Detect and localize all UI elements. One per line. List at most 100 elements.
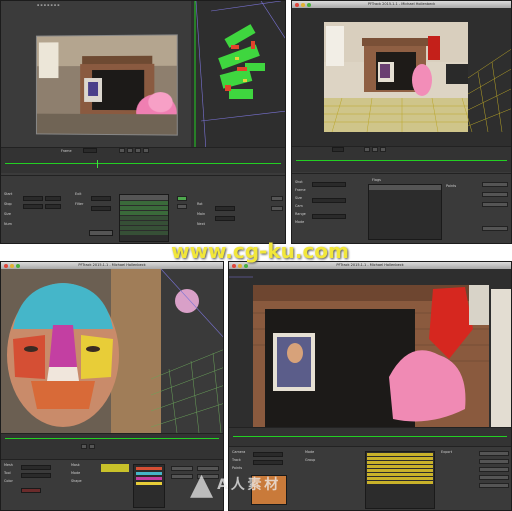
side-button[interactable]: [482, 202, 508, 207]
track-row[interactable]: [367, 461, 433, 464]
attr-label: Frame: [295, 188, 306, 192]
value-field[interactable]: [45, 204, 61, 209]
minimize-icon[interactable]: [10, 263, 14, 268]
track-row[interactable]: [367, 469, 433, 472]
value-field[interactable]: [215, 206, 235, 211]
value-field[interactable]: [21, 473, 51, 478]
playhead[interactable]: [97, 160, 98, 168]
value-field[interactable]: [23, 196, 43, 201]
apply-button[interactable]: [89, 230, 113, 236]
side-button[interactable]: [271, 196, 283, 201]
value-field[interactable]: [312, 198, 346, 203]
track-row[interactable]: [120, 201, 168, 205]
play-button[interactable]: [372, 147, 378, 152]
list-item[interactable]: [136, 477, 162, 480]
close-icon[interactable]: [232, 263, 236, 268]
value-field[interactable]: [91, 196, 111, 201]
minimize-icon[interactable]: [301, 2, 305, 7]
image-viewport[interactable]: [35, 34, 178, 136]
track-row[interactable]: [120, 206, 168, 210]
side-button[interactable]: [479, 475, 509, 480]
side-button[interactable]: [479, 483, 509, 488]
value-field[interactable]: [23, 204, 43, 209]
track-row[interactable]: [120, 211, 168, 215]
mask-swatch[interactable]: [101, 464, 129, 472]
zoom-icon[interactable]: [16, 263, 20, 268]
step-button[interactable]: [143, 148, 149, 153]
value-field[interactable]: [91, 206, 111, 211]
group-list[interactable]: [133, 464, 165, 508]
attr-label: Mesh: [4, 463, 13, 467]
watermark-text: www.cg-ku.com: [171, 239, 349, 263]
face-viewport[interactable]: [1, 269, 223, 433]
color-swatch[interactable]: [21, 488, 41, 493]
timeline[interactable]: [292, 146, 511, 172]
play-button[interactable]: [135, 148, 141, 153]
side-button[interactable]: [271, 206, 283, 211]
room-photo: [36, 35, 178, 136]
track-row[interactable]: [120, 231, 168, 235]
side-button[interactable]: [482, 192, 508, 197]
side-button[interactable]: [177, 204, 187, 209]
attribute-editor: Start Stop Size Num Exit Filter Rot Main…: [1, 175, 285, 243]
zoom-icon[interactable]: [307, 2, 311, 7]
tracking-viewport[interactable]: [229, 269, 511, 427]
close-icon[interactable]: [295, 2, 299, 7]
attr-label: Size: [295, 196, 302, 200]
timeline[interactable]: Frame: [1, 147, 285, 173]
frame-field[interactable]: [83, 148, 97, 153]
window-title: PFTrack 2015.1.1 - Michael Hollenbeck: [78, 263, 146, 267]
track-row[interactable]: [120, 226, 168, 230]
track-row[interactable]: [367, 457, 433, 460]
play-back-button[interactable]: [81, 444, 87, 449]
stop-button[interactable]: [127, 148, 133, 153]
timeline-track[interactable]: [5, 438, 219, 439]
value-field[interactable]: [21, 465, 51, 470]
value-field[interactable]: [253, 452, 283, 457]
value-field[interactable]: [45, 196, 61, 201]
list-item[interactable]: [136, 467, 162, 470]
track-row[interactable]: [367, 473, 433, 476]
track-list[interactable]: [365, 451, 435, 509]
attr-label: Camera: [232, 450, 246, 454]
track-row[interactable]: [120, 221, 168, 225]
value-field[interactable]: [215, 216, 235, 221]
side-button[interactable]: [482, 182, 508, 187]
value-field[interactable]: [312, 182, 346, 187]
attr-label: Rot: [197, 202, 203, 206]
minimize-icon[interactable]: [238, 263, 242, 268]
attr-label: Range: [295, 212, 306, 216]
timeline-track[interactable]: [5, 163, 281, 164]
track-row[interactable]: [367, 481, 433, 484]
track-row[interactable]: [367, 453, 433, 456]
value-field[interactable]: [253, 460, 283, 465]
play-back-button[interactable]: [119, 148, 125, 153]
timeline[interactable]: [1, 433, 223, 459]
list-item[interactable]: [136, 472, 162, 475]
track-row[interactable]: [367, 477, 433, 480]
list-header: [369, 185, 441, 190]
side-button[interactable]: [479, 451, 509, 456]
enable-toggle[interactable]: [177, 196, 187, 201]
close-icon[interactable]: [4, 263, 8, 268]
track-list[interactable]: [119, 194, 169, 242]
step-button[interactable]: [380, 147, 386, 152]
attr-label: Points: [446, 184, 457, 188]
camera-viewport[interactable]: [292, 8, 511, 146]
track-row[interactable]: [367, 465, 433, 468]
timeline-track[interactable]: [296, 160, 507, 161]
points-list[interactable]: [368, 184, 442, 240]
play-button[interactable]: [89, 444, 95, 449]
track-row[interactable]: [120, 216, 168, 220]
play-back-button[interactable]: [364, 147, 370, 152]
list-item[interactable]: [136, 482, 162, 485]
timeline-track[interactable]: [233, 436, 507, 437]
zoom-icon[interactable]: [244, 263, 248, 268]
side-button[interactable]: [482, 226, 508, 231]
frame-field[interactable]: [332, 147, 344, 152]
point-cloud-view[interactable]: [191, 1, 285, 151]
room-scene: [324, 22, 511, 133]
side-button[interactable]: [479, 467, 509, 472]
value-field[interactable]: [312, 214, 346, 219]
side-button[interactable]: [479, 459, 509, 464]
